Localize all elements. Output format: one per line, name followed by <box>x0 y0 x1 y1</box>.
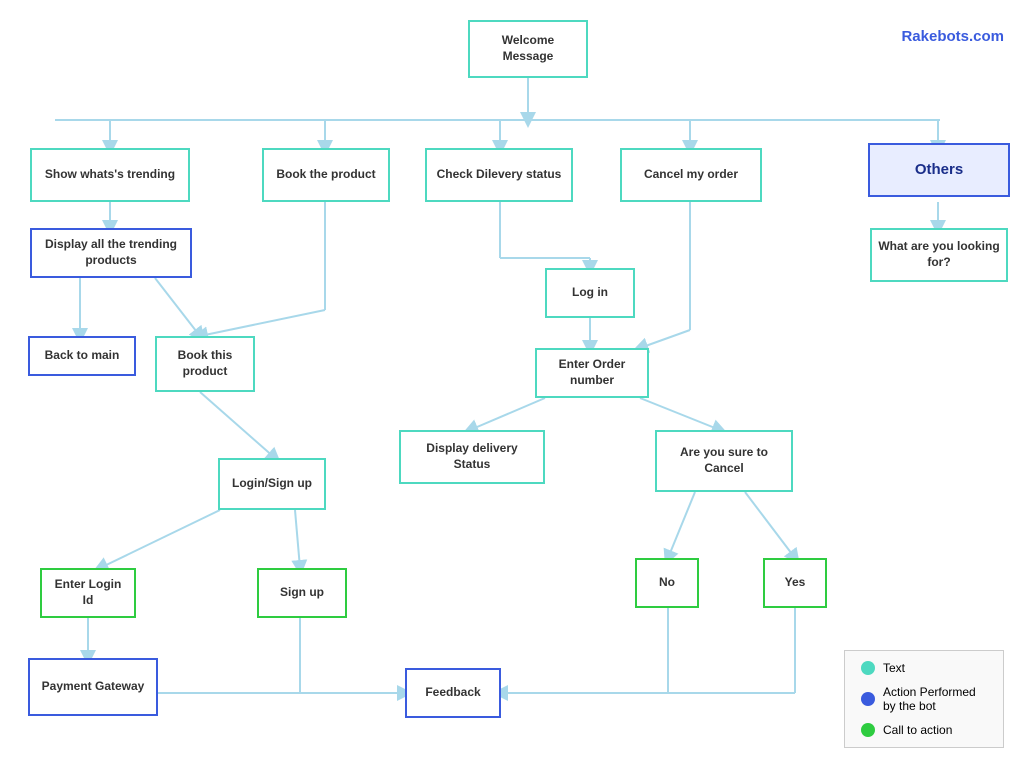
legend-cta-dot <box>861 723 875 737</box>
enter-login-node: Enter Login Id <box>40 568 136 618</box>
book-this-node: Book this product <box>155 336 255 392</box>
display-trending-node: Display all the trending products <box>30 228 192 278</box>
others-node: Others <box>868 143 1010 197</box>
legend-action-dot <box>861 692 875 706</box>
legend-text-dot <box>861 661 875 675</box>
show-trending-node: Show whats's trending <box>30 148 190 202</box>
legend-action-label: Action Performed by the bot <box>883 685 987 713</box>
legend: Text Action Performed by the bot Call to… <box>844 650 1004 748</box>
yes-node: Yes <box>763 558 827 608</box>
book-product-node: Book the product <box>262 148 390 202</box>
enter-order-node: Enter Order number <box>535 348 649 398</box>
welcome-node: Welcome Message <box>468 20 588 78</box>
display-delivery-node: Display delivery Status <box>399 430 545 484</box>
login-signup-node: Login/Sign up <box>218 458 326 510</box>
legend-cta-label: Call to action <box>883 723 952 737</box>
brand-label: Rakebots.com <box>901 28 1004 45</box>
sign-up-node: Sign up <box>257 568 347 618</box>
are-you-sure-node: Are you sure to Cancel <box>655 430 793 492</box>
legend-text-label: Text <box>883 661 905 675</box>
log-in-node: Log in <box>545 268 635 318</box>
feedback-node: Feedback <box>405 668 501 718</box>
check-delivery-node: Check Dilevery status <box>425 148 573 202</box>
cancel-order-node: Cancel my order <box>620 148 762 202</box>
payment-node: Payment Gateway <box>28 658 158 716</box>
what-looking-node: What are you looking for? <box>870 228 1008 282</box>
back-main-node: Back to main <box>28 336 136 376</box>
no-node: No <box>635 558 699 608</box>
